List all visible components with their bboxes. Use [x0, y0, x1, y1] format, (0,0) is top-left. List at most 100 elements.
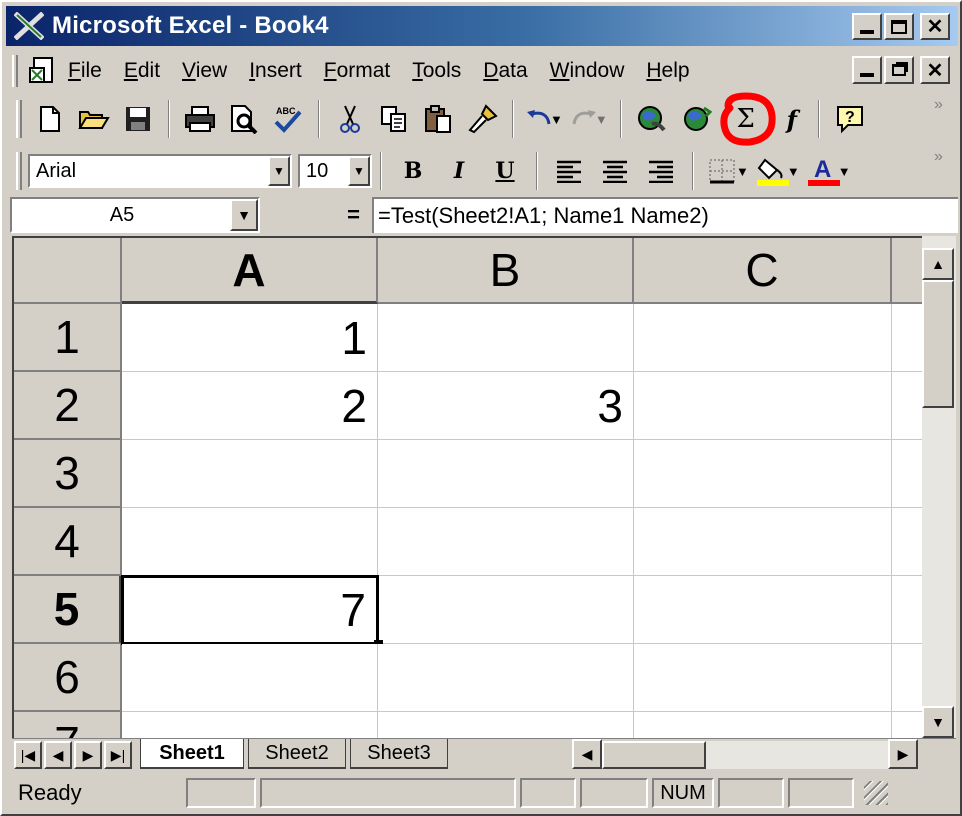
spelling-button[interactable]: ABC	[266, 98, 310, 140]
column-header-c[interactable]: C	[634, 238, 892, 304]
formula-input[interactable]: =Test(Sheet2!A1; Name1 Name2)	[372, 197, 958, 233]
cell-b4[interactable]	[378, 508, 634, 576]
cell-a5-active[interactable]: 7	[121, 575, 379, 645]
font-size-combo[interactable]: 10 ▼	[298, 154, 372, 188]
cell-c5[interactable]	[634, 576, 892, 644]
column-header-a[interactable]: A	[122, 238, 378, 304]
align-left-button[interactable]	[546, 150, 592, 192]
align-right-button[interactable]	[638, 150, 684, 192]
insert-hyperlink-button[interactable]	[630, 98, 674, 140]
name-box-dropdown-arrow-icon[interactable]: ▼	[230, 199, 258, 231]
maximize-button[interactable]	[884, 13, 914, 40]
print-button[interactable]	[178, 98, 222, 140]
row-header-3[interactable]: 3	[14, 440, 122, 508]
format-painter-button[interactable]	[460, 98, 504, 140]
menu-file[interactable]: File	[68, 59, 102, 83]
worksheet-grid[interactable]: A B C 1 2 3 4 5 6 7 1 2 3 7	[12, 236, 922, 738]
horizontal-scrollbar[interactable]: ◀ ▶	[572, 739, 918, 769]
cell-c1[interactable]	[634, 304, 892, 372]
cell-a6[interactable]	[122, 644, 378, 712]
prev-sheet-button[interactable]: ◀	[44, 741, 72, 769]
column-header-b[interactable]: B	[378, 238, 634, 304]
cell-a4[interactable]	[122, 508, 378, 576]
cell-b1[interactable]	[378, 304, 634, 372]
workbook-icon[interactable]	[28, 56, 58, 86]
doc-close-button[interactable]: ✕	[920, 56, 950, 84]
cell-d6[interactable]	[892, 644, 922, 712]
cell-b7[interactable]	[378, 712, 634, 738]
cell-b2[interactable]: 3	[378, 372, 634, 440]
horizontal-scroll-thumb[interactable]	[602, 741, 706, 769]
italic-button[interactable]: I	[436, 150, 482, 192]
excel-app-icon[interactable]	[13, 11, 45, 41]
doc-minimize-button[interactable]	[852, 56, 882, 84]
menu-format[interactable]: Format	[324, 59, 391, 83]
cell-c7[interactable]	[634, 712, 892, 738]
cell-c4[interactable]	[634, 508, 892, 576]
cell-c6[interactable]	[634, 644, 892, 712]
edit-formula-button[interactable]: =	[260, 202, 372, 228]
sheet-tab-sheet2[interactable]: Sheet2	[248, 739, 346, 769]
scroll-down-button[interactable]: ▼	[922, 706, 954, 738]
cell-a1[interactable]: 1	[122, 304, 378, 372]
menu-tools[interactable]: Tools	[412, 59, 461, 83]
align-center-button[interactable]	[592, 150, 638, 192]
cell-b3[interactable]	[378, 440, 634, 508]
vertical-scroll-thumb[interactable]	[922, 280, 954, 408]
vertical-scrollbar[interactable]: ▲ ▼	[922, 236, 956, 738]
cell-b5[interactable]	[378, 576, 634, 644]
scroll-left-button[interactable]: ◀	[572, 739, 602, 769]
menu-help[interactable]: Help	[646, 59, 689, 83]
paste-button[interactable]	[416, 98, 460, 140]
cell-c3[interactable]	[634, 440, 892, 508]
cell-b6[interactable]	[378, 644, 634, 712]
office-assistant-button[interactable]: ?	[828, 98, 872, 140]
borders-button[interactable]	[702, 150, 742, 192]
toolbar-grip[interactable]	[16, 152, 22, 190]
cell-d4[interactable]	[892, 508, 922, 576]
copy-button[interactable]	[372, 98, 416, 140]
cut-button[interactable]	[328, 98, 372, 140]
column-header-d-partial[interactable]	[892, 238, 922, 304]
redo-dropdown-arrow-icon[interactable]: ▼	[595, 112, 608, 127]
menu-data[interactable]: Data	[483, 59, 527, 83]
underline-button[interactable]: U	[482, 150, 528, 192]
autosum-button[interactable]: Σ	[718, 92, 776, 146]
cell-a7[interactable]	[122, 712, 378, 738]
paste-function-button[interactable]: f	[774, 98, 810, 140]
cell-d1[interactable]	[892, 304, 922, 372]
minimize-button[interactable]	[852, 13, 882, 40]
title-bar[interactable]: Microsoft Excel - Book4 ✕	[6, 6, 958, 46]
font-color-button[interactable]: A	[804, 150, 844, 192]
menu-view[interactable]: View	[182, 59, 227, 83]
cell-c2[interactable]	[634, 372, 892, 440]
menu-window[interactable]: Window	[550, 59, 625, 83]
next-sheet-button[interactable]: ▶	[74, 741, 102, 769]
undo-button[interactable]	[522, 98, 556, 140]
font-dropdown-arrow-icon[interactable]: ▼	[268, 156, 290, 186]
cell-d3[interactable]	[892, 440, 922, 508]
font-name-combo[interactable]: Arial ▼	[28, 154, 292, 188]
cell-d2[interactable]	[892, 372, 922, 440]
fill-color-button[interactable]	[753, 150, 793, 192]
cell-d7[interactable]	[892, 712, 922, 738]
more-buttons-chevron-icon[interactable]: »	[934, 148, 943, 166]
cell-d5[interactable]	[892, 576, 922, 644]
name-box[interactable]: A5 ▼	[10, 197, 260, 233]
row-header-4[interactable]: 4	[14, 508, 122, 576]
sheet-tab-sheet1[interactable]: Sheet1	[140, 739, 244, 769]
row-header-6[interactable]: 6	[14, 644, 122, 712]
resize-grip-icon[interactable]	[864, 781, 888, 805]
bold-button[interactable]: B	[390, 150, 436, 192]
more-buttons-chevron-icon[interactable]: »	[934, 96, 943, 114]
open-button[interactable]	[72, 98, 116, 140]
print-preview-button[interactable]	[222, 98, 266, 140]
new-button[interactable]	[28, 98, 72, 140]
toolbar-grip[interactable]	[16, 100, 22, 138]
row-header-7[interactable]: 7	[14, 712, 122, 738]
menu-insert[interactable]: Insert	[249, 59, 302, 83]
doc-restore-button[interactable]	[884, 56, 914, 84]
cell-a3[interactable]	[122, 440, 378, 508]
save-button[interactable]	[116, 98, 160, 140]
row-header-5[interactable]: 5	[14, 576, 122, 644]
